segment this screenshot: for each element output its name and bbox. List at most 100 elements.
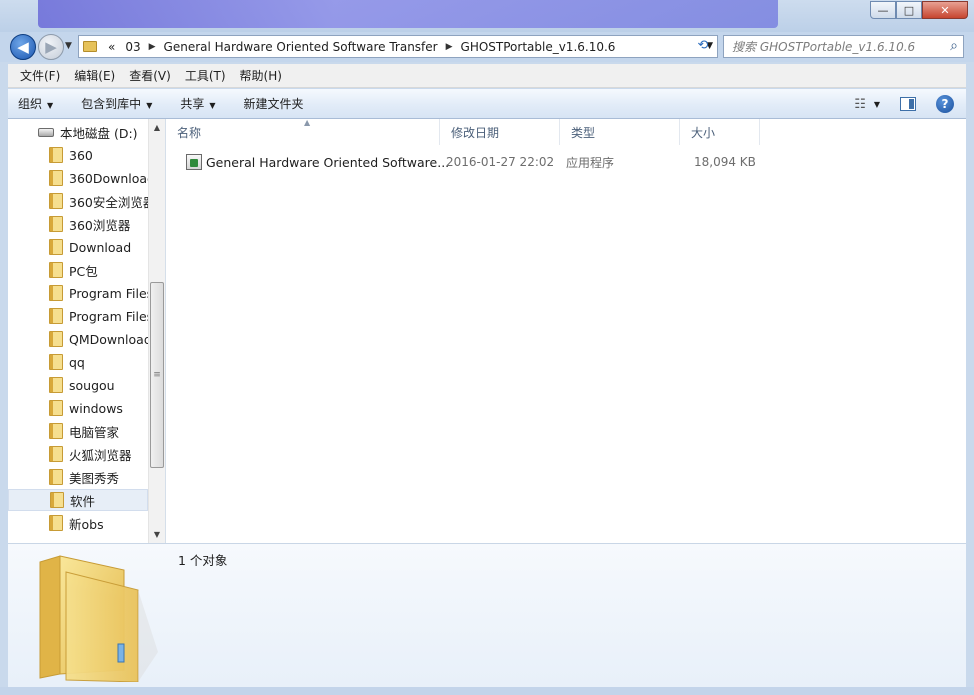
folder-icon xyxy=(83,41,97,52)
preview-pane-icon[interactable] xyxy=(900,97,916,111)
folder-icon xyxy=(49,239,63,255)
menu-edit[interactable]: 编辑(E) xyxy=(68,67,121,84)
tree-item-folder[interactable]: qq xyxy=(8,351,148,373)
tree-item-label: 火狐浏览器 xyxy=(69,447,132,463)
tree-item-label: windows xyxy=(69,400,123,416)
menu-view[interactable]: 查看(V) xyxy=(123,67,177,84)
command-bar: 组织 ▼ 包含到库中 ▼ 共享 ▼ 新建文件夹 ☷ ▼ ? xyxy=(8,89,966,119)
search-input[interactable]: 搜索 GHOSTPortable_v1.6.10.6 ⌕ xyxy=(723,35,964,58)
tree-item-folder[interactable]: 美图秀秀 xyxy=(8,466,148,488)
tree-item-label: 软件 xyxy=(70,493,96,509)
tree-item-folder[interactable]: 360安全浏览器 xyxy=(8,190,148,212)
file-size: 18,094 KB xyxy=(694,155,756,169)
view-dropdown-icon[interactable]: ▼ xyxy=(874,100,880,109)
forward-button[interactable]: ▶ xyxy=(38,34,64,60)
tree-item-folder[interactable]: 360Download xyxy=(8,167,148,189)
scroll-down-button[interactable]: ▼ xyxy=(149,526,165,543)
tree-item-drive-d[interactable]: 本地磁盘 (D:) xyxy=(8,121,148,143)
tree-item-folder[interactable]: Download xyxy=(8,236,148,258)
column-header-size[interactable]: 大小 xyxy=(680,119,760,145)
tree-item-folder[interactable]: 360浏览器 xyxy=(8,213,148,235)
tree-item-folder[interactable]: 电脑管家 xyxy=(8,420,148,442)
maximize-button[interactable]: □ xyxy=(896,1,922,19)
include-library-label: 包含到库中 xyxy=(81,97,142,111)
folder-icon xyxy=(49,285,63,301)
help-icon[interactable]: ? xyxy=(936,95,954,113)
scroll-up-button[interactable]: ▲ xyxy=(149,119,165,136)
new-folder-button[interactable]: 新建文件夹 xyxy=(244,95,304,112)
column-header-type[interactable]: 类型 xyxy=(560,119,680,145)
menu-bar: 文件(F) 编辑(E) 查看(V) 工具(T) 帮助(H) xyxy=(8,64,966,88)
minimize-button[interactable]: — xyxy=(870,1,896,19)
window-controls: — □ ✕ xyxy=(870,1,968,19)
recent-pages-dropdown[interactable]: ▼ xyxy=(65,41,72,51)
tree-item-label: 本地磁盘 (D:) xyxy=(60,125,138,141)
tree-item-folder[interactable]: Program Files xyxy=(8,305,148,327)
breadcrumb-current[interactable]: GHOSTPortable_v1.6.10.6 xyxy=(456,40,621,54)
tree-item-folder[interactable]: 新obs xyxy=(8,512,148,534)
scroll-thumb[interactable]: ≡ xyxy=(150,282,164,468)
folder-icon xyxy=(49,354,63,370)
navigation-bar: ◀ ▶ ▼ « 03 ▶ General Hardware Oriented S… xyxy=(0,32,974,62)
folder-icon xyxy=(50,492,64,508)
file-name: General Hardware Oriented Software... xyxy=(206,154,450,170)
search-icon[interactable]: ⌕ xyxy=(950,38,958,54)
organize-button[interactable]: 组织 ▼ xyxy=(18,95,53,112)
tree-item-label: Download xyxy=(69,239,132,255)
folder-icon xyxy=(49,147,63,163)
breadcrumb-03[interactable]: 03 xyxy=(120,40,145,54)
tree-item-label: qq xyxy=(69,354,85,370)
item-count: 1 个对象 xyxy=(178,553,228,568)
refresh-icon[interactable]: ⟲ xyxy=(692,38,714,56)
view-controls: ☷ ▼ ? xyxy=(854,95,954,113)
drive-icon xyxy=(38,127,54,137)
tree-item-label: Program Files xyxy=(69,308,148,324)
include-in-library-button[interactable]: 包含到库中 ▼ xyxy=(81,95,152,112)
back-button[interactable]: ◀ xyxy=(10,34,36,60)
folder-icon xyxy=(49,331,63,347)
tree-item-folder[interactable]: Program Files xyxy=(8,282,148,304)
column-header-name[interactable]: 名称 ▲ xyxy=(166,118,440,145)
folder-icon xyxy=(49,193,63,209)
tree-item-folder[interactable]: PC包 xyxy=(8,259,148,281)
folder-icon xyxy=(49,515,63,531)
menu-help[interactable]: 帮助(H) xyxy=(234,67,288,84)
folder-icon xyxy=(49,170,63,186)
nav-scrollbar[interactable]: ▲ ≡ ▼ xyxy=(148,119,165,543)
address-bar[interactable]: « 03 ▶ General Hardware Oriented Softwar… xyxy=(78,35,718,58)
tree-item-folder[interactable]: windows xyxy=(8,397,148,419)
tree-item-folder[interactable]: 软件 xyxy=(8,489,148,511)
menu-file[interactable]: 文件(F) xyxy=(14,67,66,84)
tree-item-folder[interactable]: QMDownload xyxy=(8,328,148,350)
chevron-right-icon[interactable]: ▶ xyxy=(146,42,159,52)
chevron-down-icon: ▼ xyxy=(47,101,54,110)
file-row[interactable]: General Hardware Oriented Software... 20… xyxy=(180,151,760,173)
tree-item-label: Program Files xyxy=(69,285,148,301)
breadcrumb-overflow[interactable]: « xyxy=(103,40,120,54)
menu-tools[interactable]: 工具(T) xyxy=(179,67,232,84)
organize-label: 组织 xyxy=(18,97,43,111)
folder-icon xyxy=(49,216,63,232)
sort-ascending-icon: ▲ xyxy=(304,118,311,127)
window-bottom-edge xyxy=(0,687,974,695)
tree-item-folder[interactable]: sougou xyxy=(8,374,148,396)
file-date: 2016-01-27 22:02 xyxy=(446,155,555,169)
title-bar: — □ ✕ xyxy=(0,0,974,32)
tree-item-label: PC包 xyxy=(69,263,98,279)
column-name-label: 名称 xyxy=(177,125,202,140)
close-button[interactable]: ✕ xyxy=(922,1,968,19)
file-type: 应用程序 xyxy=(566,155,615,170)
folder-icon xyxy=(39,555,158,682)
tree-item-label: 360安全浏览器 xyxy=(69,194,148,210)
view-options-icon[interactable]: ☷ xyxy=(854,97,866,112)
share-button[interactable]: 共享 ▼ xyxy=(180,95,215,112)
tree-item-label: QMDownload xyxy=(69,331,148,347)
tree-item-folder[interactable]: 360 xyxy=(8,144,148,166)
file-list-pane: 名称 ▲ 修改日期 类型 大小 General Hardware Oriente… xyxy=(166,118,966,543)
breadcrumb-ghost-folder[interactable]: General Hardware Oriented Software Trans… xyxy=(159,40,443,54)
column-header-date[interactable]: 修改日期 xyxy=(440,119,560,145)
chevron-right-icon[interactable]: ▶ xyxy=(443,42,456,52)
share-label: 共享 xyxy=(180,97,205,111)
folder-icon xyxy=(49,469,63,485)
tree-item-folder[interactable]: 火狐浏览器 xyxy=(8,443,148,465)
